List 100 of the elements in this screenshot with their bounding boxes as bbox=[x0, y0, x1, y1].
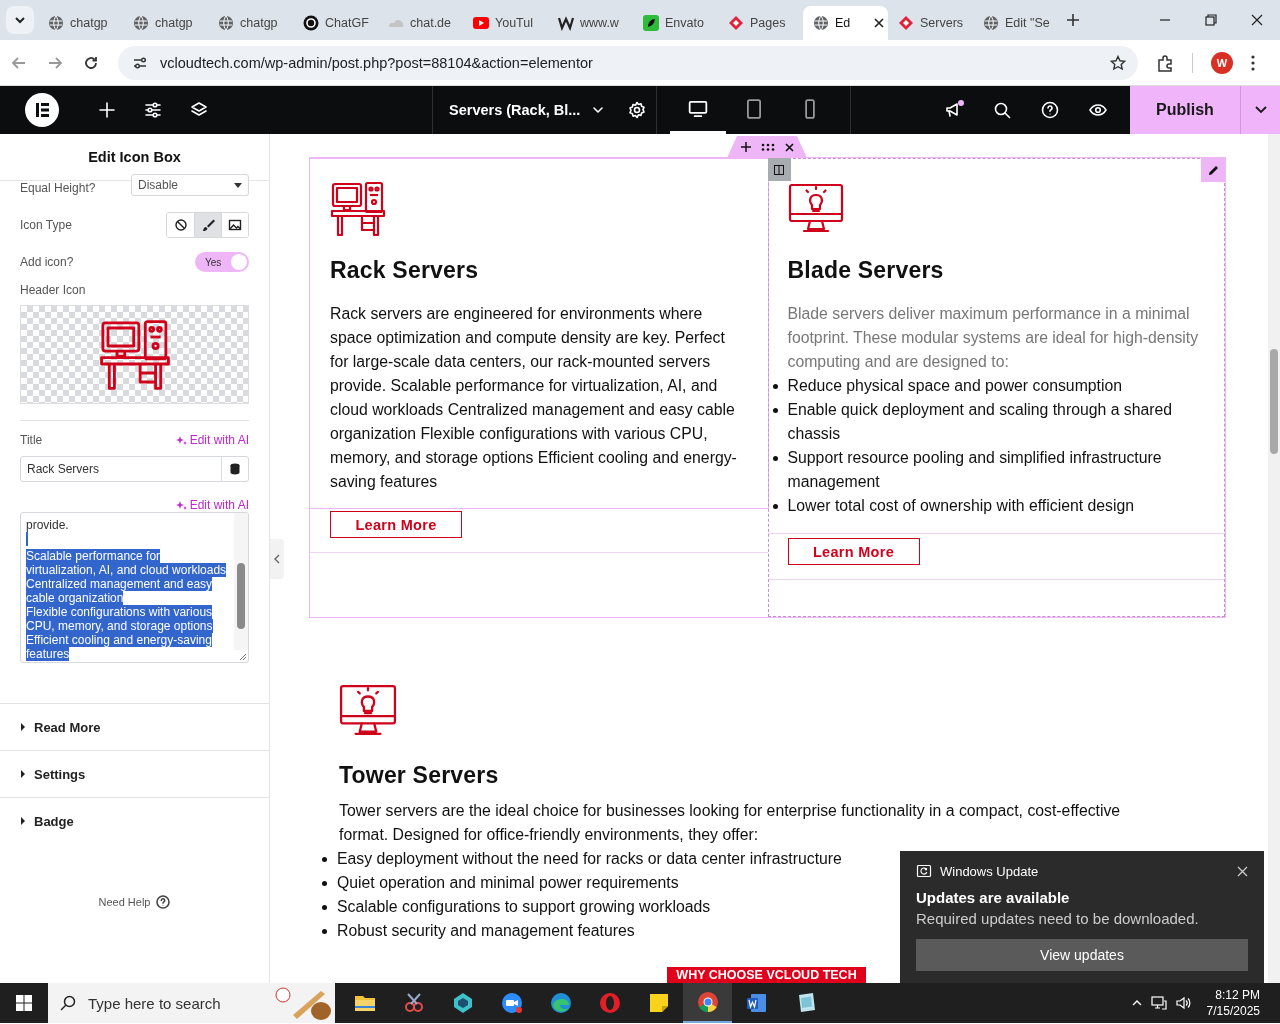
field-label: Add icon? bbox=[20, 255, 74, 269]
box-paragraph: Tower servers are the ideal choice for businesses looking for enterprise functionality in a compact, cost-effective format. Designed for office-friendly environments, they offer: bbox=[339, 801, 1122, 846]
browser-tab[interactable]: Envato bbox=[633, 6, 718, 40]
edit-with-ai-link[interactable]: Edit with AI bbox=[175, 498, 249, 512]
taskbar-app[interactable] bbox=[683, 983, 732, 1023]
browser-tab[interactable]: Ed bbox=[803, 6, 888, 40]
help-icon[interactable] bbox=[1041, 101, 1059, 119]
restore-icon[interactable] bbox=[1205, 14, 1217, 26]
profile-avatar[interactable]: W bbox=[1211, 51, 1233, 74]
box-title: Tower Servers bbox=[339, 762, 500, 790]
columns-icon bbox=[774, 164, 784, 175]
close-icon[interactable] bbox=[1251, 14, 1263, 26]
image-icon bbox=[228, 218, 242, 232]
edge-icon bbox=[548, 991, 573, 1015]
address-bar[interactable]: vcloudtech.com/wp-admin/post.php?post=88104&action=elementor bbox=[118, 45, 1138, 80]
browser-tab[interactable]: chatgp bbox=[208, 6, 293, 40]
pencil-icon bbox=[1207, 164, 1219, 176]
browser-tab[interactable]: chat.de bbox=[378, 6, 463, 40]
help-link[interactable]: Need Help bbox=[0, 894, 269, 910]
chevron-down-icon bbox=[14, 14, 26, 26]
scrollbar-thumb[interactable] bbox=[237, 563, 245, 629]
eye-icon[interactable] bbox=[1089, 101, 1107, 119]
field-label: Title bbox=[20, 433, 43, 447]
volume-icon[interactable] bbox=[1174, 995, 1191, 1011]
icon-type-option[interactable] bbox=[194, 213, 221, 237]
icon-type-option[interactable] bbox=[221, 213, 248, 237]
browser-tab[interactable]: chatgp bbox=[123, 6, 208, 40]
chrome-icon bbox=[695, 990, 720, 1014]
list-item: Lower total cost of ownership with efficient design bbox=[787, 496, 1135, 516]
diamond-icon bbox=[728, 15, 744, 31]
brush-icon bbox=[201, 218, 215, 232]
search-icon[interactable] bbox=[993, 101, 1011, 119]
toggle-switch[interactable]: Yes bbox=[195, 252, 249, 272]
list-item: Support resource pooling and simplified infrastructure management bbox=[787, 448, 1163, 492]
new-tab-button[interactable] bbox=[1066, 13, 1080, 27]
column-handle[interactable] bbox=[767, 158, 791, 181]
tablet-icon bbox=[744, 98, 764, 119]
notification-title: Updates are available bbox=[916, 889, 1071, 906]
scrollbar-thumb[interactable] bbox=[1270, 349, 1278, 454]
select-field[interactable]: Disable bbox=[131, 174, 249, 196]
list-item: Easy deployment without the need for racks or data center infrastructure bbox=[337, 849, 842, 870]
megaphone-icon[interactable] bbox=[944, 100, 964, 120]
list-item: Reduce physical space and power consumption bbox=[787, 376, 1123, 396]
windows-icon[interactable] bbox=[16, 995, 32, 1011]
browser-tab[interactable]: Pages bbox=[718, 6, 803, 40]
opera-icon bbox=[597, 991, 622, 1015]
globe-icon bbox=[48, 15, 64, 31]
view-updates-button[interactable]: View updates bbox=[916, 939, 1248, 971]
sliders-icon[interactable] bbox=[144, 101, 162, 119]
desktop-icon bbox=[688, 98, 708, 119]
drag-icon[interactable] bbox=[760, 143, 775, 151]
box-title: Rack Servers bbox=[330, 257, 480, 284]
menu-icon[interactable] bbox=[1251, 54, 1255, 71]
description-textarea[interactable]: provide. Scalable performance for virtualization, AI, and cloud workloads Centralized management and easy cable organization Flexible configurations with various CPU, memory, and storage options Efficient cooling and energy-saving features bbox=[20, 512, 249, 663]
list-item: Enable quick deployment and scaling through a shared chassis bbox=[787, 400, 1174, 444]
desk-computer-icon bbox=[98, 318, 171, 391]
close-icon[interactable] bbox=[874, 18, 884, 28]
learn-more-button[interactable]: Learn More bbox=[330, 511, 462, 538]
publish-button[interactable]: Publish bbox=[1130, 86, 1240, 134]
list-item: Robust security and management features bbox=[337, 921, 635, 942]
list-item: Quiet operation and minimal power requirements bbox=[337, 873, 679, 894]
database-icon[interactable] bbox=[230, 463, 240, 475]
leaf-icon bbox=[643, 15, 659, 31]
add-icon[interactable] bbox=[740, 142, 751, 152]
star-icon[interactable] bbox=[1110, 54, 1126, 71]
network-icon[interactable] bbox=[1150, 995, 1167, 1011]
icon-preview[interactable] bbox=[20, 305, 249, 404]
field-label: Header Icon bbox=[20, 283, 86, 297]
ring-icon bbox=[303, 15, 319, 31]
learn-more-button[interactable]: Learn More bbox=[787, 538, 920, 565]
browser-tab[interactable]: Servers bbox=[888, 6, 973, 40]
box-paragraph: Rack servers are engineered for environments where space optimization and compute density are key. Perfect for large-scale data centers, our rack-mounted servers provide. Scalable performance for virtualization, AI, and cloud workloads Centralized management and easy cable organization Flexible configurations with various CPU, memory, and storage options Efficient cooling and energy-saving features bbox=[330, 304, 738, 492]
title-field[interactable]: Rack Servers bbox=[20, 456, 249, 482]
icon-type-selector[interactable] bbox=[166, 212, 249, 238]
browser-tab[interactable]: ChatGF bbox=[293, 6, 378, 40]
document-icon bbox=[744, 991, 769, 1015]
browser-tab[interactable]: www.w bbox=[548, 6, 633, 40]
settings-icon[interactable] bbox=[628, 101, 647, 119]
browser-tab[interactable]: chatgp bbox=[38, 6, 123, 40]
logo-icon[interactable] bbox=[25, 93, 59, 127]
sparkle-icon bbox=[175, 434, 187, 446]
tab-search-button[interactable] bbox=[6, 6, 34, 34]
close-icon[interactable] bbox=[784, 142, 794, 152]
diamond-icon bbox=[898, 15, 914, 31]
globe-icon bbox=[983, 15, 999, 31]
taskbar-search-field[interactable]: Type here to search bbox=[48, 983, 335, 1023]
clock[interactable]: 8:12 PM 7/15/2025 bbox=[1206, 987, 1260, 1019]
box-title: Blade Servers bbox=[787, 257, 945, 284]
help-icon bbox=[156, 895, 171, 909]
update-icon bbox=[916, 863, 932, 879]
layers-icon[interactable] bbox=[190, 101, 208, 119]
search-icon bbox=[60, 995, 76, 1011]
puzzle-icon[interactable] bbox=[1156, 53, 1174, 72]
globe-icon bbox=[133, 15, 149, 31]
edit-with-ai-link[interactable]: Edit with AI bbox=[175, 433, 249, 447]
plus-icon bbox=[1066, 13, 1080, 27]
browser-tab[interactable]: Edit "Se bbox=[973, 6, 1058, 40]
document-title[interactable]: Servers (Rack, Bl... bbox=[449, 102, 605, 118]
edit-button[interactable] bbox=[1201, 158, 1225, 182]
browser-tab[interactable]: YouTul bbox=[463, 6, 548, 40]
